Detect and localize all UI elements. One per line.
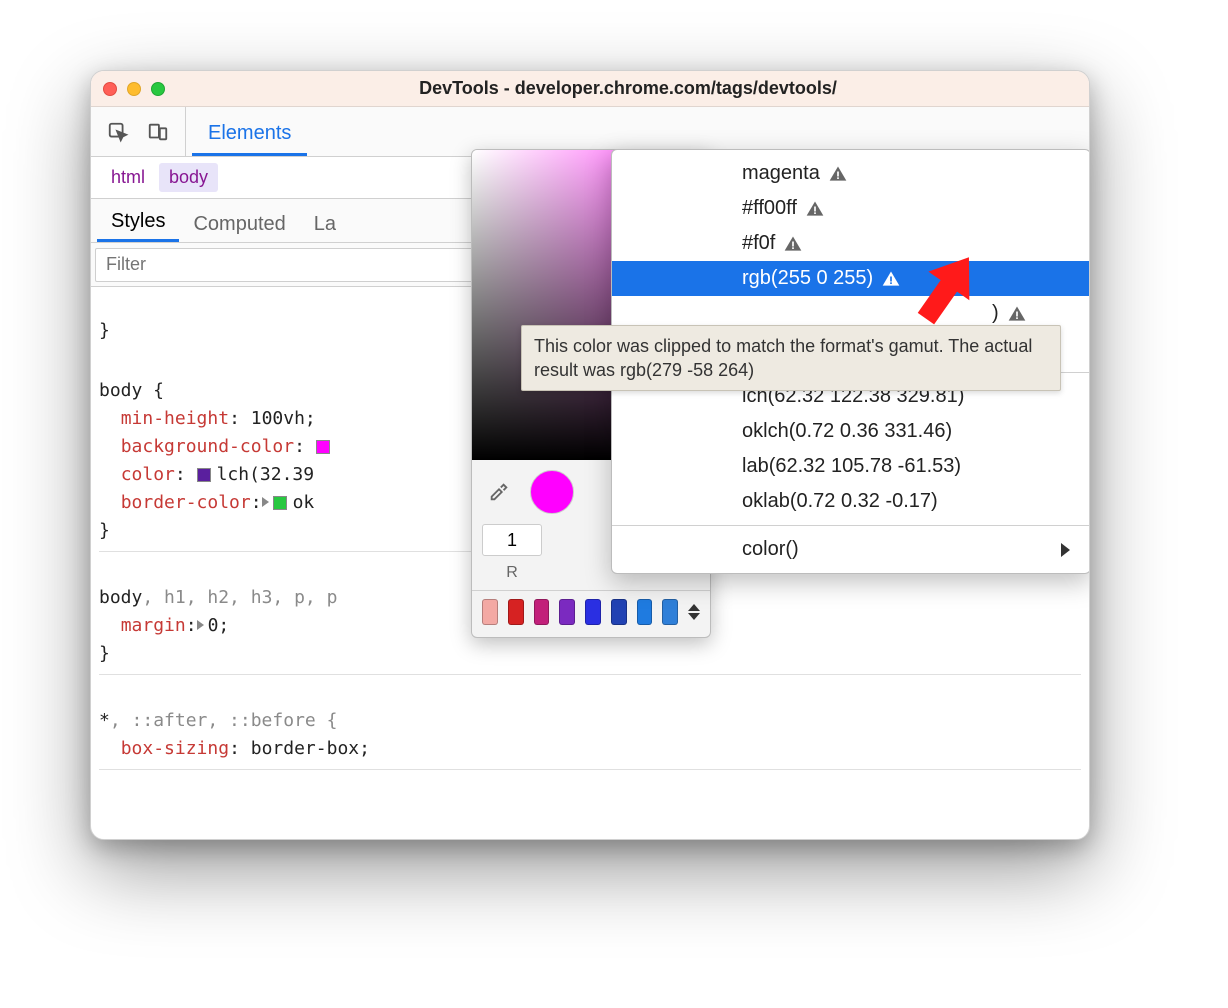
format-item-hex6[interactable]: #ff00ff: [612, 191, 1090, 226]
format-label: #ff00ff: [742, 197, 797, 220]
format-item-oklab[interactable]: oklab(0.72 0.32 -0.17): [612, 484, 1090, 519]
palette-stepper-icon[interactable]: [688, 604, 700, 620]
device-mode-icon[interactable]: [141, 115, 175, 149]
format-group-wide: lch(62.32 122.38 329.81) oklch(0.72 0.36…: [612, 373, 1090, 526]
selector-body2: body: [99, 587, 142, 608]
current-color-swatch: [530, 470, 574, 514]
color-swatch-icon[interactable]: [316, 440, 330, 454]
decl-border-color-val[interactable]: ok: [293, 492, 315, 513]
selector-group-dim: , h1, h2, h3, p, p: [142, 587, 337, 608]
crumb-body[interactable]: body: [159, 163, 218, 192]
subtab-computed[interactable]: Computed: [179, 205, 299, 242]
format-label: lab(62.32 105.78 -61.53): [742, 455, 961, 478]
trailing-brace: }: [99, 320, 110, 341]
channel-input[interactable]: [482, 524, 542, 556]
palette-swatch[interactable]: [482, 599, 498, 625]
close-brace: }: [99, 643, 110, 664]
expand-shorthand-icon[interactable]: [262, 497, 269, 507]
zoom-window-button[interactable]: [151, 82, 165, 96]
decl-color-val[interactable]: lch(32.39: [217, 464, 325, 485]
warning-icon: [828, 164, 848, 184]
format-item-hex3[interactable]: #f0f: [612, 226, 1090, 261]
subtab-styles[interactable]: Styles: [97, 202, 179, 242]
palette-swatch[interactable]: [559, 599, 575, 625]
format-item-rgb[interactable]: rgb(255 0 255): [612, 261, 1090, 296]
decl-box-sizing-val[interactable]: border-box;: [251, 738, 370, 759]
selector-universal-dim: , ::after, ::before {: [110, 710, 338, 731]
tab-elements[interactable]: Elements: [192, 112, 307, 156]
channel-label-r: R: [482, 564, 542, 582]
devtools-window: DevTools - developer.chrome.com/tags/dev…: [90, 70, 1090, 840]
main-tabs: Elements: [186, 107, 313, 156]
format-label: rgb(255 0 255): [742, 267, 873, 290]
decl-min-height-prop[interactable]: min-height: [121, 408, 229, 429]
format-label: #f0f: [742, 232, 775, 255]
chevron-right-icon: [1061, 543, 1070, 557]
decl-margin-prop[interactable]: margin: [121, 615, 186, 636]
close-window-button[interactable]: [103, 82, 117, 96]
warning-icon: [1007, 304, 1027, 324]
window-title: DevTools - developer.chrome.com/tags/dev…: [179, 78, 1077, 99]
selector-star: *: [99, 710, 110, 731]
palette-swatch[interactable]: [637, 599, 653, 625]
decl-min-height-val[interactable]: 100vh;: [251, 408, 316, 429]
inspect-icon[interactable]: [101, 115, 135, 149]
palette-swatch[interactable]: [611, 599, 627, 625]
palette-row: [472, 590, 710, 637]
rule-universal[interactable]: *, ::after, ::before { box-sizing: borde…: [99, 675, 1081, 770]
format-item-lab[interactable]: lab(62.32 105.78 -61.53): [612, 449, 1090, 484]
format-group-color: color(): [612, 526, 1090, 573]
decl-bg-prop[interactable]: background-color: [121, 436, 294, 457]
warning-icon: [805, 199, 825, 219]
format-label: oklch(0.72 0.36 331.46): [742, 420, 952, 443]
format-item-oklch[interactable]: oklch(0.72 0.36 331.46): [612, 414, 1090, 449]
format-label: magenta: [742, 162, 820, 185]
format-item-magenta[interactable]: magenta: [612, 156, 1090, 191]
decl-color-prop[interactable]: color: [121, 464, 175, 485]
title-bar: DevTools - developer.chrome.com/tags/dev…: [91, 71, 1089, 107]
decl-border-color-prop[interactable]: border-color: [121, 492, 251, 513]
close-brace: }: [99, 520, 110, 541]
eyedropper-icon[interactable]: [482, 475, 516, 509]
traffic-lights: [103, 82, 165, 96]
color-swatch-icon[interactable]: [197, 468, 211, 482]
format-item-color-fn[interactable]: color(): [612, 532, 1090, 567]
palette-swatch[interactable]: [534, 599, 550, 625]
decl-box-sizing-prop[interactable]: box-sizing: [121, 738, 229, 759]
decl-margin-val[interactable]: 0;: [208, 615, 230, 636]
minimize-window-button[interactable]: [127, 82, 141, 96]
format-label: color(): [742, 538, 799, 561]
color-swatch-icon[interactable]: [273, 496, 287, 510]
crumb-html[interactable]: html: [101, 163, 155, 192]
expand-shorthand-icon[interactable]: [197, 620, 204, 630]
annotation-arrow-icon: [891, 235, 1001, 348]
palette-swatch[interactable]: [508, 599, 524, 625]
palette-swatch[interactable]: [585, 599, 601, 625]
warning-icon: [783, 234, 803, 254]
selector-body: body {: [99, 380, 164, 401]
subtab-layout[interactable]: La: [300, 205, 350, 242]
format-label: oklab(0.72 0.32 -0.17): [742, 490, 938, 513]
palette-swatch[interactable]: [662, 599, 678, 625]
